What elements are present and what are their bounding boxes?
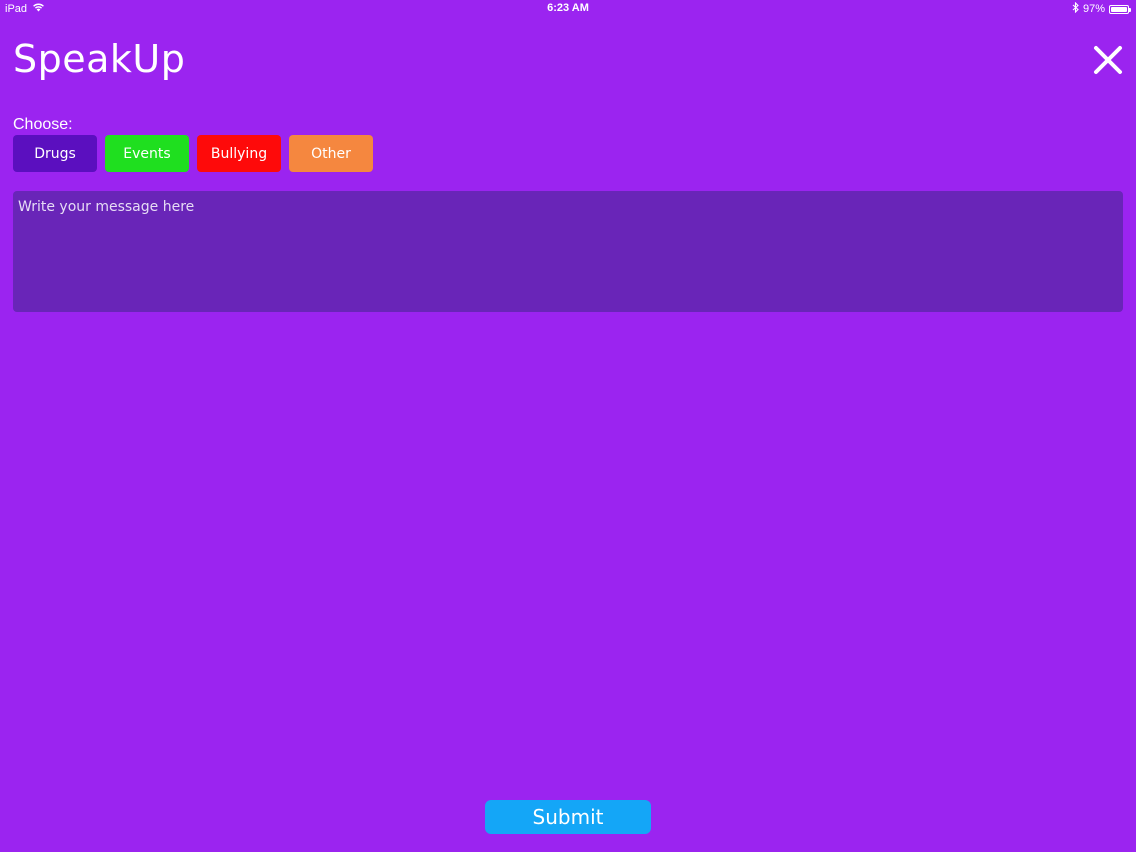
battery-percent: 97% (1082, 3, 1105, 15)
page-title: SpeakUp (13, 37, 186, 81)
submit-button[interactable]: Submit (485, 800, 651, 834)
message-input[interactable] (13, 191, 1123, 312)
status-time: 6:23 AM (547, 2, 589, 14)
category-button-events[interactable]: Events (105, 135, 189, 172)
choose-label: Choose: (13, 116, 73, 133)
category-button-other[interactable]: Other (289, 135, 373, 172)
status-right: 97% (1072, 1, 1131, 16)
status-bar: iPad 6:23 AM 97% (0, 0, 1136, 18)
category-button-drugs[interactable]: Drugs (13, 135, 97, 172)
battery-fill (1111, 6, 1127, 12)
bluetooth-icon (1072, 1, 1079, 16)
close-icon (1094, 46, 1122, 74)
close-button[interactable] (1090, 42, 1126, 78)
battery-icon (1109, 4, 1131, 14)
category-button-bullying[interactable]: Bullying (197, 135, 281, 172)
category-selector: Drugs Events Bullying Other (13, 135, 373, 172)
